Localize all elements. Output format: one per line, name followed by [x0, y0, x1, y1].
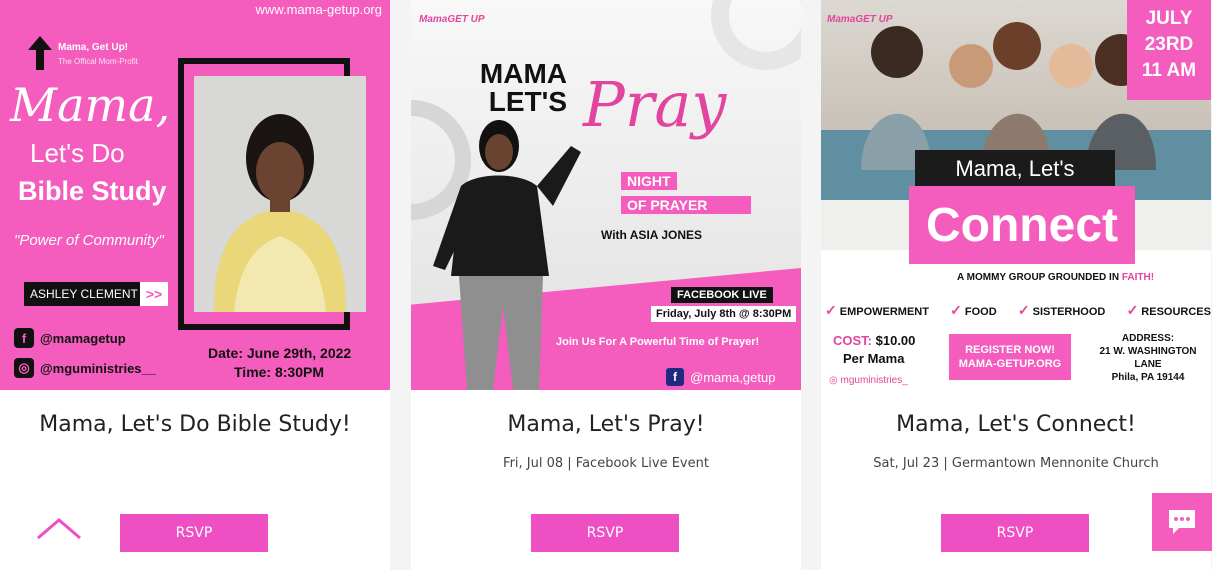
- address-line: Phila, PA 19144: [1111, 372, 1185, 383]
- instagram-handle: mguministries_: [840, 375, 908, 386]
- logo: MamaGET UP: [419, 14, 485, 25]
- instagram-handle-row: ◎ @mguministries__: [14, 358, 156, 378]
- chat-button[interactable]: [1152, 493, 1212, 551]
- poster-facebook-live: FACEBOOK LIVE: [671, 287, 773, 303]
- list-item: ✓ EMPOWERMENT: [825, 302, 929, 319]
- list-item: ✓ RESOURCES: [1127, 302, 1211, 319]
- chevron-up-icon[interactable]: [36, 516, 82, 540]
- checkmark-icon: ✓: [950, 302, 962, 318]
- poster-mama-lets: Mama, Let's: [915, 150, 1115, 188]
- logo: MamaGET UP: [827, 14, 893, 25]
- poster-join-text: Join Us For A Powerful Time of Prayer!: [556, 336, 760, 348]
- poster-date-day: 23RD: [1144, 34, 1194, 55]
- poster-with-speaker: With ASIA JONES: [601, 228, 703, 242]
- checkmark-icon: ✓: [1017, 302, 1030, 318]
- event-poster-image[interactable]: MamaGET UP JULY 23RD 11 AM Mama, Let's C…: [821, 0, 1211, 390]
- poster-date: Date: June 29th, 2022: [208, 345, 352, 361]
- event-meta: Sat, Jul 23 | Germantown Mennonite Churc…: [873, 456, 1159, 471]
- instagram-handle-row: ◎ mguministries_: [829, 375, 908, 386]
- event-meta: Fri, Jul 08 | Facebook Live Event: [503, 456, 709, 471]
- instagram-icon: ◎: [829, 375, 838, 386]
- event-poster-image[interactable]: www.mama-getup.org Mama, Get Up! The Off…: [0, 0, 390, 390]
- speaker-photo: [194, 76, 366, 312]
- instagram-icon: ◎: [14, 358, 34, 378]
- speaker-photo: [433, 120, 581, 390]
- feature-label: RESOURCES: [1141, 306, 1211, 318]
- event-card-pray[interactable]: MamaGET UP MAMA LET'S Pray NIGHT OF PRAY…: [411, 0, 801, 570]
- checkmark-icon: ✓: [1126, 302, 1139, 318]
- poster-cost: COST: $10.00 Per Mama: [833, 332, 915, 368]
- poster-tagline-text: A MOMMY GROUP GROUNDED IN: [957, 272, 1120, 283]
- poster-lets-do: Let's Do: [30, 138, 125, 168]
- facebook-handle: @mamagetup: [40, 330, 126, 346]
- poster-connect: Connect: [909, 186, 1135, 264]
- rsvp-button[interactable]: RSVP: [941, 514, 1089, 552]
- event-card-bible-study[interactable]: www.mama-getup.org Mama, Get Up! The Off…: [0, 0, 390, 570]
- poster-register: REGISTER NOW! MAMA-GETUP.ORG: [949, 334, 1071, 380]
- rsvp-button[interactable]: RSVP: [531, 514, 679, 552]
- speaker-arrow: >>: [140, 282, 168, 306]
- poster-tagline: A MOMMY GROUP GROUNDED IN FAITH!: [957, 272, 1154, 283]
- feature-label: SISTERHOOD: [1032, 306, 1106, 318]
- poster-feature-list: ✓ EMPOWERMENT ✓ FOOD ✓ SISTERHOOD ✓ RESOURCE…: [825, 302, 1211, 319]
- address-line: LANE: [1134, 359, 1162, 370]
- poster-address: ADDRESS: 21 W. WASHINGTON LANE Phila, PA…: [1089, 332, 1207, 384]
- poster-mama-lets: MAMA LET'S: [479, 58, 567, 117]
- facebook-icon: f: [666, 368, 684, 386]
- poster-tagline: "Power of Community": [14, 232, 164, 249]
- rsvp-button[interactable]: RSVP: [120, 514, 268, 552]
- checkmark-icon: ✓: [825, 302, 837, 318]
- logo-subtitle: The Offical Mom-Profit: [58, 57, 138, 66]
- poster-script-title: Mama,: [10, 78, 171, 132]
- facebook-icon: f: [14, 328, 34, 348]
- cost-per: Per Mama: [843, 351, 905, 366]
- list-item: ✓ FOOD: [950, 302, 997, 319]
- poster-url: www.mama-getup.org: [255, 2, 382, 17]
- register-line-1: REGISTER NOW!: [965, 344, 1055, 356]
- poster-date-box: JULY 23RD 11 AM: [1127, 0, 1211, 100]
- poster-date-month: JULY: [1145, 8, 1193, 29]
- facebook-handle-row: f @mamagetup: [14, 328, 126, 348]
- address-label: ADDRESS:: [1121, 333, 1175, 344]
- poster-time: Time: 8:30PM: [234, 364, 324, 380]
- poster-night: NIGHT: [621, 172, 677, 190]
- feature-label: EMPOWERMENT: [839, 306, 929, 318]
- decor-ring: [711, 0, 801, 70]
- poster-date: Friday, July 8th @ 8:30PM: [651, 306, 797, 322]
- event-card-connect[interactable]: MamaGET UP JULY 23RD 11 AM Mama, Let's C…: [821, 0, 1211, 570]
- list-item: ✓ SISTERHOOD: [1018, 302, 1105, 319]
- instagram-handle: @mguministries__: [40, 360, 156, 376]
- address-line: 21 W. WASHINGTON: [1099, 346, 1197, 357]
- poster-bible-study: Bible Study: [18, 176, 167, 206]
- event-title[interactable]: Mama, Let's Do Bible Study!: [0, 412, 390, 437]
- event-title[interactable]: Mama, Let's Pray!: [411, 412, 801, 437]
- poster-pray: Pray: [583, 68, 727, 141]
- speaker-name: ASHLEY CLEMENT: [24, 282, 140, 306]
- poster-of-prayer: OF PRAYER: [621, 196, 751, 214]
- event-title[interactable]: Mama, Let's Connect!: [821, 412, 1211, 437]
- poster-tagline-faith: FAITH!: [1121, 272, 1155, 283]
- cost-value: $10.00: [875, 333, 916, 348]
- facebook-handle-row: f @mama,getup: [666, 368, 775, 386]
- chat-icon: [1169, 510, 1195, 534]
- facebook-handle: @mama,getup: [690, 369, 776, 385]
- event-poster-image[interactable]: MamaGET UP MAMA LET'S Pray NIGHT OF PRAY…: [411, 0, 801, 390]
- register-line-2: MAMA-GETUP.ORG: [958, 358, 1062, 370]
- poster-date-time: 11 AM: [1141, 60, 1197, 81]
- cost-label: COST:: [833, 333, 872, 348]
- logo-title: Mama, Get Up!: [58, 42, 129, 53]
- feature-label: FOOD: [964, 306, 997, 318]
- up-arrow-icon: [28, 36, 52, 70]
